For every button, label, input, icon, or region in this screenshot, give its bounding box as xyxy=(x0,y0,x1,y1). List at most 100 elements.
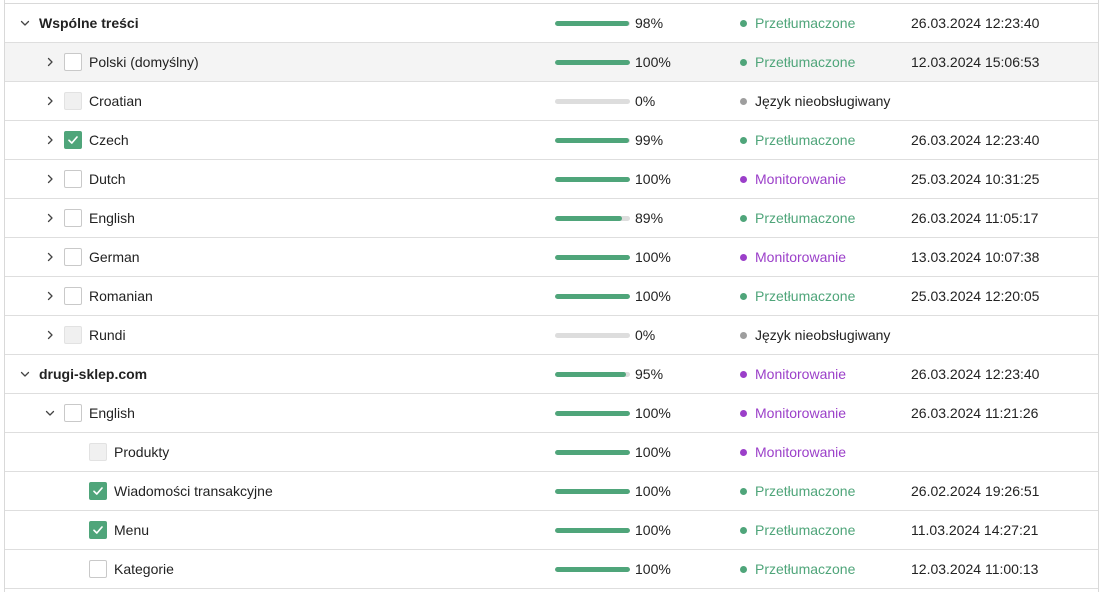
row-checkbox[interactable] xyxy=(64,248,82,266)
status-dot-icon xyxy=(740,409,747,417)
status-label: Przetłumaczone xyxy=(755,15,856,31)
row-checkbox[interactable] xyxy=(64,53,82,71)
progress-fill xyxy=(555,60,630,65)
status-label: Przetłumaczone xyxy=(755,288,856,304)
row-checkbox-checked[interactable] xyxy=(89,482,107,500)
row-name: English xyxy=(89,210,135,226)
chevron-down-icon[interactable] xyxy=(17,4,33,42)
row-checkbox-checked[interactable] xyxy=(64,131,82,149)
progress-bar xyxy=(555,21,630,26)
row-name: German xyxy=(89,249,140,265)
progress-bar xyxy=(555,567,630,572)
chevron-down-icon[interactable] xyxy=(17,355,33,393)
row-name: Rundi xyxy=(89,327,126,343)
progress-percent: 98% xyxy=(635,15,664,31)
progress-percent: 100% xyxy=(635,249,671,265)
progress-percent: 100% xyxy=(635,561,671,577)
progress-percent: 100% xyxy=(635,171,671,187)
status-label: Przetłumaczone xyxy=(755,483,856,499)
group-row[interactable]: Wspólne treści 98% Przetłumaczone 26.03.202… xyxy=(5,4,1098,43)
status-label: Monitorowanie xyxy=(755,444,847,460)
row-name: English xyxy=(89,405,135,421)
progress-fill xyxy=(555,567,630,572)
last-updated: 25.03.2024 12:20:05 xyxy=(911,288,1040,304)
table-row[interactable]: German 100% Monitorowanie 13.03.2024 10:07:… xyxy=(5,238,1098,277)
last-updated: 26.03.2024 11:05:17 xyxy=(911,210,1039,226)
table-row[interactable]: Wiadomości transakcyjne 100% Przetłumaczon… xyxy=(5,472,1098,511)
progress-bar xyxy=(555,138,630,143)
progress-fill xyxy=(555,411,630,416)
progress-percent: 100% xyxy=(635,405,671,421)
row-checkbox-checked[interactable] xyxy=(89,521,107,539)
status-label: Przetłumaczone xyxy=(755,210,856,226)
chevron-right-icon[interactable] xyxy=(42,43,58,81)
table-row[interactable]: Czech 99% Przetłumaczone 26.03.2024 12:23:4… xyxy=(5,121,1098,160)
progress-bar xyxy=(555,333,630,338)
status-dot-icon xyxy=(740,331,747,339)
row-checkbox xyxy=(89,443,107,461)
table-row[interactable]: English 100% Monitorowanie 26.03.2024 11:21… xyxy=(5,394,1098,433)
chevron-right-icon[interactable] xyxy=(42,160,58,198)
table-row[interactable]: English 89% Przetłumaczone 26.03.2024 11:05… xyxy=(5,199,1098,238)
progress-bar xyxy=(555,528,630,533)
status-dot-icon xyxy=(740,175,747,183)
status-dot-icon xyxy=(740,97,747,105)
row-checkbox[interactable] xyxy=(64,287,82,305)
row-checkbox[interactable] xyxy=(89,560,107,578)
status-label: Monitorowanie xyxy=(755,405,847,421)
status-label: Język nieobsługiwany xyxy=(755,93,891,109)
status-dot-icon xyxy=(740,19,747,27)
status-badge: Przetłumaczone xyxy=(740,121,855,159)
last-updated: 12.03.2024 11:00:13 xyxy=(911,561,1039,577)
last-updated: 26.03.2024 12:23:40 xyxy=(911,366,1040,382)
progress-percent: 100% xyxy=(635,54,671,70)
status-badge: Monitorowanie xyxy=(740,160,846,198)
last-updated: 26.02.2024 19:26:51 xyxy=(911,483,1040,499)
chevron-right-icon[interactable] xyxy=(42,277,58,315)
table-row[interactable]: Rundi 0% Język nieobsługiwany xyxy=(5,316,1098,355)
progress-fill xyxy=(555,255,630,260)
chevron-right-icon[interactable] xyxy=(42,121,58,159)
status-badge: Przetłumaczone xyxy=(740,511,855,549)
status-dot-icon xyxy=(740,214,747,222)
group-row[interactable]: drugi-sklep.com 95% Monitorowanie 26.03.202… xyxy=(5,355,1098,394)
status-badge: Przetłumaczone xyxy=(740,550,855,588)
checkmark-icon xyxy=(92,524,104,536)
progress-fill xyxy=(555,489,630,494)
progress-bar xyxy=(555,177,630,182)
chevron-right-icon[interactable] xyxy=(42,238,58,276)
status-dot-icon xyxy=(740,136,747,144)
row-name: Menu xyxy=(114,522,150,538)
row-checkbox[interactable] xyxy=(64,170,82,188)
status-label: Przetłumaczone xyxy=(755,522,856,538)
row-name: Polski (domyślny) xyxy=(89,54,199,70)
table-row[interactable]: Menu 100% Przetłumaczone 11.03.2024 14:27:2… xyxy=(5,511,1098,550)
chevron-down-icon[interactable] xyxy=(42,394,58,432)
last-updated: 26.03.2024 11:21:26 xyxy=(911,405,1039,421)
status-dot-icon xyxy=(740,448,747,456)
table-row[interactable]: Croatian 0% Język nieobsługiwany xyxy=(5,82,1098,121)
row-checkbox[interactable] xyxy=(64,404,82,422)
chevron-right-icon[interactable] xyxy=(42,82,58,120)
status-label: Przetłumaczone xyxy=(755,132,856,148)
progress-percent: 0% xyxy=(635,93,656,109)
row-checkbox[interactable] xyxy=(64,209,82,227)
table-row[interactable]: Polski (domyślny) 100% Przetłumaczone 12.03… xyxy=(5,43,1098,82)
progress-percent: 100% xyxy=(635,483,671,499)
status-badge: Przetłumaczone xyxy=(740,277,855,315)
row-name: Kategorie xyxy=(114,561,174,577)
status-badge: Monitorowanie xyxy=(740,433,846,471)
row-name: Wiadomości transakcyjne xyxy=(114,483,273,499)
status-label: Monitorowanie xyxy=(755,366,847,382)
table-row[interactable]: Dutch 100% Monitorowanie 25.03.2024 10:31:2… xyxy=(5,160,1098,199)
chevron-right-icon[interactable] xyxy=(42,199,58,237)
row-name: Romanian xyxy=(89,288,153,304)
table-row[interactable]: Produkty 100% Monitorowanie xyxy=(5,433,1098,472)
table-row[interactable]: Romanian 100% Przetłumaczone 25.03.2024 12:… xyxy=(5,277,1098,316)
translations-table: Wspólne treści 98% Przetłumaczone 26.03.202… xyxy=(4,0,1099,592)
chevron-right-icon[interactable] xyxy=(42,316,58,354)
last-updated: 13.03.2024 10:07:38 xyxy=(911,249,1040,265)
progress-percent: 99% xyxy=(635,132,664,148)
table-row[interactable]: Kategorie 100% Przetłumaczone 12.03.2024 11… xyxy=(5,550,1098,589)
row-checkbox xyxy=(64,326,82,344)
